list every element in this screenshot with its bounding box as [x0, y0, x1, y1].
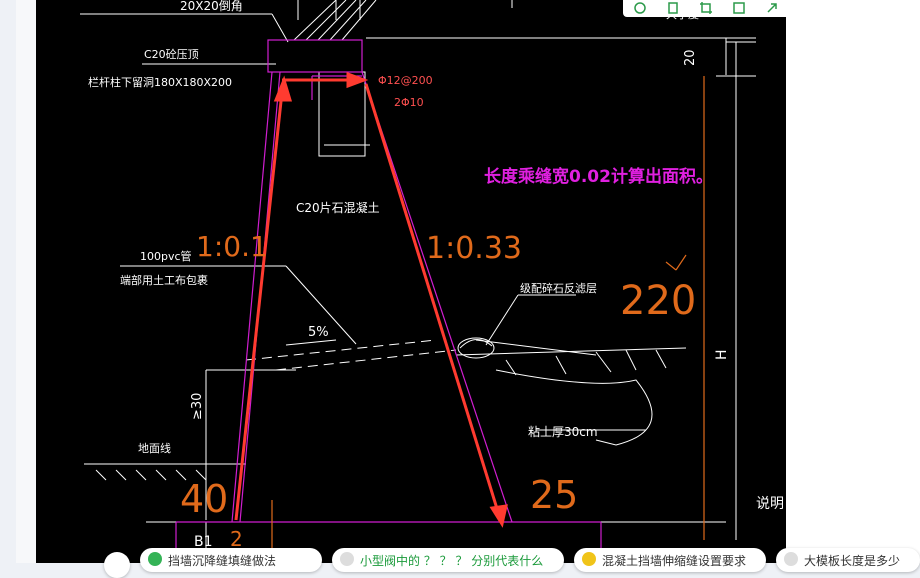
pvc-label: 100pvc管 — [140, 249, 192, 263]
top-label: 20X20倒角 — [180, 0, 243, 13]
chip-icon — [148, 552, 162, 566]
crop-icon — [699, 1, 712, 14]
refresh-button[interactable] — [629, 0, 651, 15]
gravel-label: 级配碎石反滤层 — [520, 281, 597, 295]
chip-icon — [784, 552, 798, 566]
share-icon — [767, 2, 777, 13]
chip-label: 挡墙沉降缝填缝做法 — [168, 554, 277, 568]
chip-label: 大模板长度是多少 — [804, 554, 901, 568]
annotation-text: 长度乘缝宽0.02计算出面积。 — [484, 166, 713, 187]
slope-right-label: 1:0.33 — [426, 231, 522, 266]
ground-label: 地面线 — [138, 441, 171, 455]
copy-button[interactable] — [662, 0, 684, 15]
right-side-panel — [786, 0, 920, 563]
cad-drawing-canvas[interactable]: 20X20倒角 C20砼压顶 栏杆柱下留洞180X180X200 Φ12@200… — [36, 0, 786, 563]
chip-icon — [582, 552, 596, 566]
rebar2-label: 2Φ10 — [394, 96, 424, 109]
dim-220-label: 220 — [620, 278, 696, 324]
clay-label: 粘土厚30cm — [528, 424, 598, 439]
suggestion-chips: 挡墙沉降缝填缝做法 小型阀中的 ？ ？ ？ 分别代表什么 混凝土挡墙伸缩缝设置要… — [100, 548, 920, 572]
suggestion-chip[interactable]: 混凝土挡墙伸缩缝设置要求 — [574, 548, 766, 572]
slope-left-label: 1:0.1 — [196, 230, 268, 263]
suggestion-chip[interactable]: 小型阀中的 ？ ？ ？ 分别代表什么 — [332, 548, 564, 572]
image-toolbar — [623, 0, 786, 17]
copy-icon — [667, 1, 678, 14]
rubble-label: C20片石混凝土 — [296, 200, 380, 215]
save-button[interactable] — [728, 0, 750, 15]
ge30-label: ≥30 — [190, 393, 205, 420]
left-side-panel — [0, 0, 36, 563]
dim-20-label: 20 — [683, 49, 698, 66]
suggestion-chip[interactable]: 挡墙沉降缝填缝做法 — [140, 548, 322, 572]
refresh-icon — [633, 1, 646, 14]
crop-button[interactable] — [695, 0, 717, 15]
cad-drawing: 20X20倒角 C20砼压顶 栏杆柱下留洞180X180X200 Φ12@200… — [80, 0, 784, 563]
dim-40-label: 40 — [180, 477, 228, 521]
chip-label: 小型阀中的 ？ ？ ？ 分别代表什么 — [360, 554, 544, 568]
rebar-label: Φ12@200 — [378, 74, 433, 87]
explain-label: 说明 — [756, 496, 784, 512]
chip-icon — [340, 552, 354, 566]
suggestion-chip[interactable]: 大模板长度是多少 — [776, 548, 920, 572]
share-button[interactable] — [761, 0, 783, 15]
chip-label: 混凝土挡墙伸缩缝设置要求 — [602, 554, 747, 568]
wrap-label: 端部用土工布包裹 — [120, 273, 208, 287]
reserve-label: 栏杆柱下留洞180X180X200 — [88, 75, 232, 89]
dim-25-label: 25 — [530, 473, 578, 517]
left-panel-strip — [16, 0, 36, 563]
save-icon — [733, 1, 745, 14]
c20-label: C20砼压顶 — [144, 48, 199, 61]
percent-label: 5% — [308, 325, 329, 340]
h-label: H — [714, 349, 730, 360]
